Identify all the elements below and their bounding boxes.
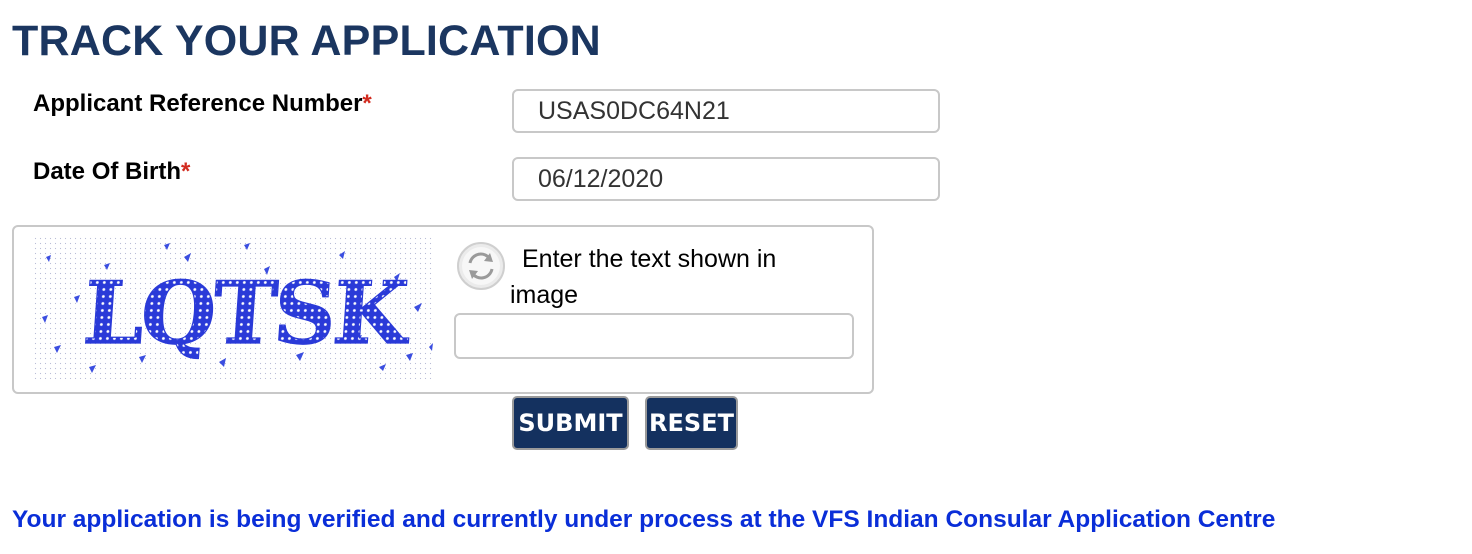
- page-title: TRACK YOUR APPLICATION: [12, 17, 601, 65]
- status-message: Your application is being verified and c…: [12, 506, 1276, 533]
- reset-button[interactable]: RESET: [645, 396, 738, 450]
- captcha-image: LQTSK: [34, 237, 434, 379]
- dob-label: Date Of Birth*: [33, 158, 190, 186]
- reference-number-input[interactable]: [512, 89, 940, 133]
- reference-number-label-text: Applicant Reference Number: [33, 90, 363, 117]
- reference-number-label: Applicant Reference Number*: [33, 90, 372, 118]
- captcha-text: LQTSK: [80, 263, 414, 364]
- dob-input[interactable]: [512, 157, 940, 201]
- dob-label-text: Date Of Birth: [33, 158, 182, 185]
- required-asterisk: *: [362, 90, 372, 117]
- required-asterisk: *: [181, 158, 191, 185]
- refresh-icon[interactable]: [456, 241, 506, 291]
- captcha-input[interactable]: [454, 313, 854, 359]
- submit-button[interactable]: SUBMIT: [512, 396, 629, 450]
- captcha-prompt: Enter the text shown in image: [510, 245, 777, 309]
